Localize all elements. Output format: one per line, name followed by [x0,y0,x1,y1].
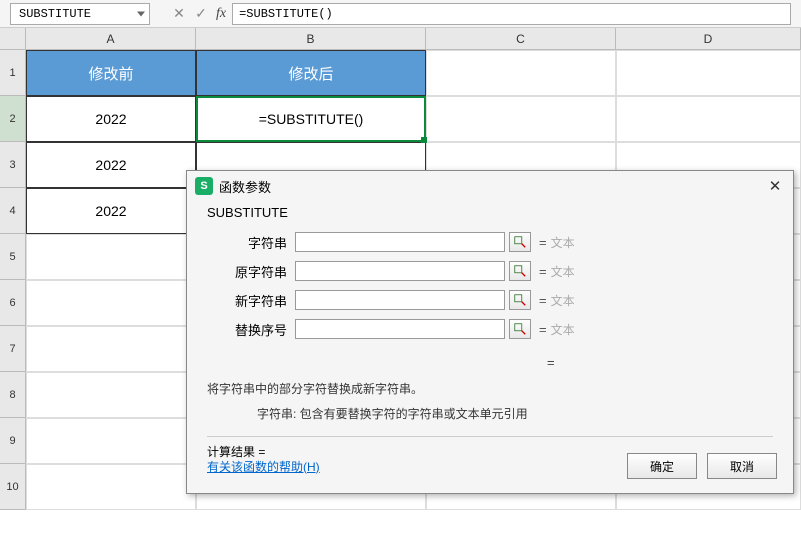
close-icon[interactable]: ✕ [765,176,785,196]
row-header-5[interactable]: 5 [0,234,26,280]
param-hint: 文本 [551,234,575,251]
range-select-icon[interactable] [509,290,531,310]
cell-D2[interactable] [616,96,801,142]
param-hint: 文本 [551,292,575,309]
cell-C2[interactable] [426,96,616,142]
cell-A2[interactable]: 2022 [26,96,196,142]
dialog-title: 函数参数 [219,177,271,196]
row-header-9[interactable]: 9 [0,418,26,464]
row-header-6[interactable]: 6 [0,280,26,326]
param-input-new[interactable] [295,290,505,310]
equals-sign: = [539,264,547,279]
param-input-text[interactable] [295,232,505,252]
cancel-button[interactable]: 取消 [707,453,777,479]
result-equals: = [207,355,773,370]
col-header-C[interactable]: C [426,28,616,50]
param-label: 替换序号 [207,320,287,339]
name-box[interactable]: SUBSTITUTE [10,3,150,25]
function-name: SUBSTITUTE [207,205,773,220]
separator [207,436,773,437]
row-header-3[interactable]: 3 [0,142,26,188]
dialog-titlebar[interactable]: S 函数参数 ✕ [187,171,793,201]
row-header-4[interactable]: 4 [0,188,26,234]
cell-A1[interactable]: 修改前 [26,50,196,96]
cell-B2[interactable]: =SUBSTITUTE() [196,96,426,142]
function-description: 将字符串中的部分字符替换成新字符串。 [207,380,773,397]
param-input-instance[interactable] [295,319,505,339]
cell-A5[interactable] [26,234,196,280]
cell-B1[interactable]: 修改后 [196,50,426,96]
cell-C1[interactable] [426,50,616,96]
param-description: 字符串: 包含有要替换字符的字符串或文本单元引用 [257,405,773,422]
cell-A7[interactable] [26,326,196,372]
cell-A3[interactable]: 2022 [26,142,196,188]
range-select-icon[interactable] [509,319,531,339]
fx-icon[interactable]: fx [216,6,226,22]
confirm-icon[interactable]: ✓ [190,3,212,25]
param-label: 新字符串 [207,291,287,310]
function-arguments-dialog: S 函数参数 ✕ SUBSTITUTE 字符串 = 文本 原字符串 = 文本 新… [186,170,794,494]
select-all-corner[interactable] [0,28,26,50]
row-header-8[interactable]: 8 [0,372,26,418]
row-header-1[interactable]: 1 [0,50,26,96]
param-hint: 文本 [551,321,575,338]
row-header-7[interactable]: 7 [0,326,26,372]
ok-button[interactable]: 确定 [627,453,697,479]
formula-input[interactable]: =SUBSTITUTE() [232,3,791,25]
row-header-10[interactable]: 10 [0,464,26,510]
param-input-old[interactable] [295,261,505,281]
range-select-icon[interactable] [509,261,531,281]
row-header-2[interactable]: 2 [0,96,26,142]
col-header-B[interactable]: B [196,28,426,50]
param-row-instance: 替换序号 = 文本 [207,315,773,343]
param-hint: 文本 [551,263,575,280]
param-row-new: 新字符串 = 文本 [207,286,773,314]
formula-bar: SUBSTITUTE ✕ ✓ fx =SUBSTITUTE() [0,0,801,28]
cell-D1[interactable] [616,50,801,96]
help-link[interactable]: 有关该函数的帮助(H) [207,458,320,475]
cell-A10[interactable] [26,464,196,510]
param-row-text: 字符串 = 文本 [207,228,773,256]
cell-A6[interactable] [26,280,196,326]
col-header-A[interactable]: A [26,28,196,50]
cell-A8[interactable] [26,372,196,418]
param-row-old: 原字符串 = 文本 [207,257,773,285]
equals-sign: = [539,322,547,337]
range-select-icon[interactable] [509,232,531,252]
cancel-icon[interactable]: ✕ [168,3,190,25]
param-label: 字符串 [207,233,287,252]
cell-A9[interactable] [26,418,196,464]
col-header-D[interactable]: D [616,28,801,50]
equals-sign: = [539,293,547,308]
param-label: 原字符串 [207,262,287,281]
equals-sign: = [539,235,547,250]
app-icon: S [195,177,213,195]
cell-A4[interactable]: 2022 [26,188,196,234]
